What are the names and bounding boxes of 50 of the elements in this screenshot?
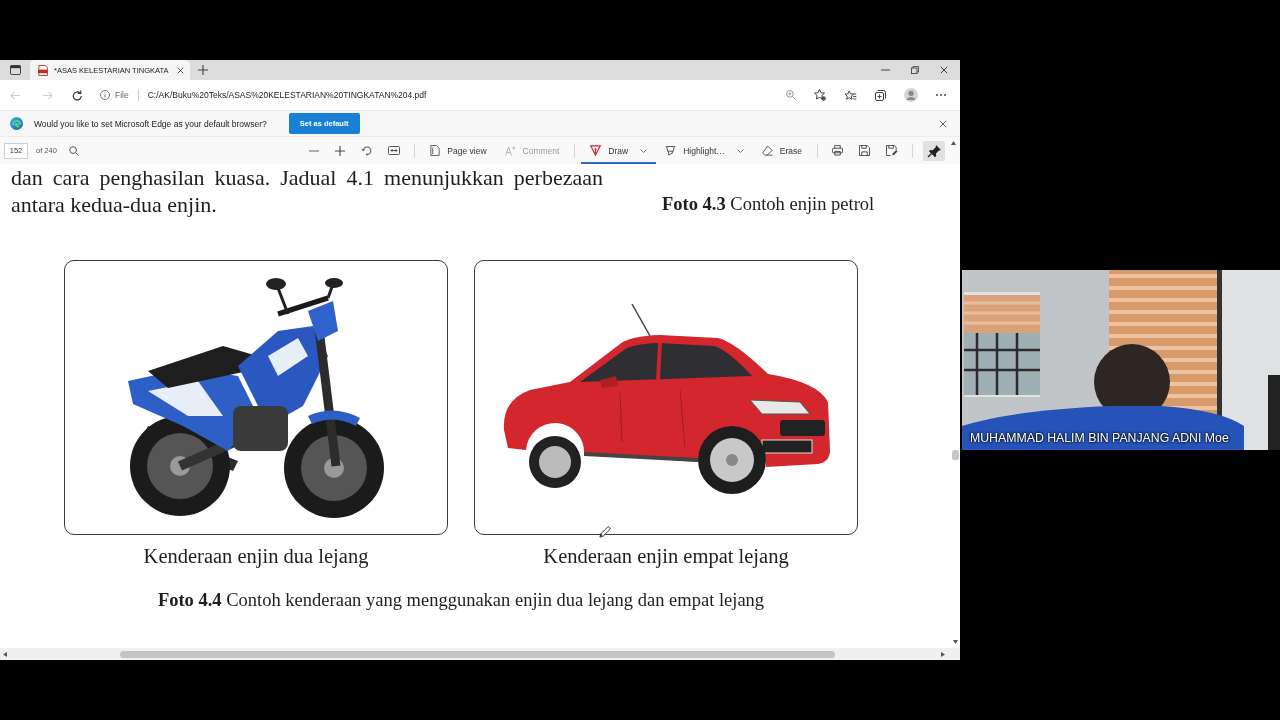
close-icon[interactable] [940,66,948,74]
figure-caption: Foto 4.4 Contoh kenderaan yang menggunakan enjin dua lejang dan empat lejang [157,590,765,610]
caret-icon [640,148,648,153]
scroll-up-icon[interactable] [951,141,956,145]
pdf-file-icon [38,64,48,76]
photo-caption: Kenderaan enjin empat lejang [543,544,789,568]
print-icon[interactable] [832,145,843,156]
new-tab-icon[interactable] [198,65,208,75]
info-icon[interactable] [100,90,110,100]
infobar-message: Would you like to set Microsoft Edge as your default browser? [34,118,267,129]
close-tab-icon[interactable] [177,66,184,74]
scrollbar-thumb[interactable] [951,450,959,460]
star-plus-icon[interactable] [814,89,826,101]
pen-nib-icon [590,145,602,156]
highlighter-icon [665,145,677,156]
swirl-logo-icon [10,117,23,130]
dropdown-button[interactable]: Draw [581,137,657,164]
scroll-down-icon[interactable] [952,640,958,644]
scroll-left-icon[interactable] [3,651,7,657]
page-view-icon [430,145,441,156]
participant-name: MUHAMMAD HALIM BIN PANJANG ADNI Moe [970,431,1229,445]
profile-avatar-icon[interactable] [904,88,918,102]
save-as-icon[interactable] [886,145,898,156]
fit-page-icon[interactable] [388,146,401,155]
caret-icon [736,148,744,153]
photo-caption: Kenderaan enjin dua lejang [143,544,369,568]
pin-icon[interactable] [923,140,945,161]
zoom-in-icon[interactable] [335,145,346,156]
search-icon[interactable] [68,145,79,156]
scroll-right-icon[interactable] [941,651,945,657]
address-field[interactable]: File C:/AK/Buku%20Teks/ASAS%20KELESTARIAN%20TINGKATAN%204.pdf [100,84,776,106]
url-text: C:/AK/Buku%20Teks/ASAS%20KELESTARIAN%20TINGKATAN%204.pdf [147,90,427,100]
favorites-icon[interactable] [844,90,857,100]
toolbar-button[interactable]: Page view [421,137,496,164]
toolbar-button[interactable]: Erase [752,137,811,164]
text-add-icon [504,145,516,156]
photo-caption: Foto 4.3 Contoh enjin petrol [662,193,875,216]
file-label: File [115,90,129,100]
dropdown-button[interactable]: Highlight… [656,137,753,164]
reload-icon[interactable] [72,89,83,101]
zoom-icon[interactable] [786,90,796,100]
rotate-icon[interactable] [361,145,373,156]
scrollbar-thumb[interactable] [120,650,835,658]
restore-icon[interactable] [911,66,919,74]
eraser-icon [761,145,773,156]
collections-icon[interactable] [875,89,886,101]
save-icon[interactable] [859,145,870,156]
close-icon[interactable] [939,119,947,128]
tab-actions-icon[interactable] [10,65,21,75]
paragraph: dan cara penghasilan kuasa. Jadual 4.1 menunjukkan perbezaan antara kedua-dua enjin. [11,164,603,218]
